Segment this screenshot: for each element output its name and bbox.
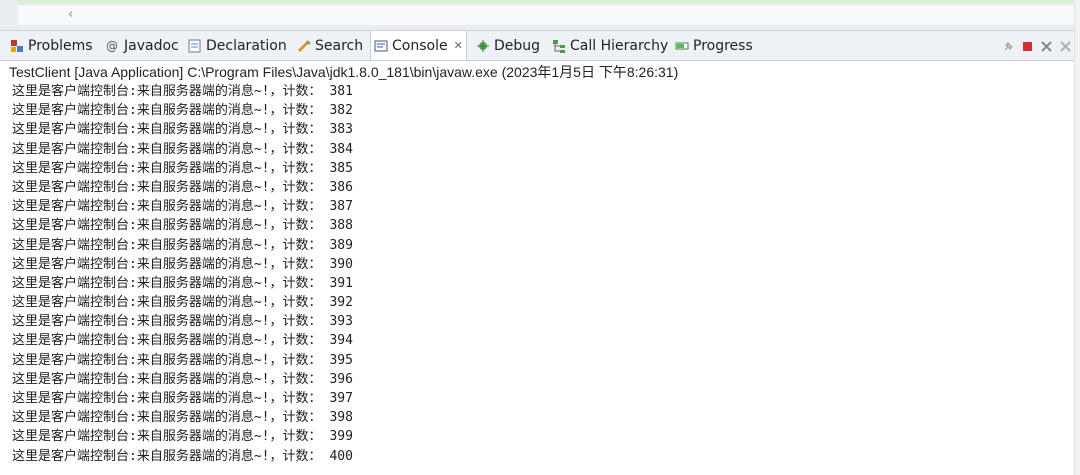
tab-label: Progress [693,37,753,54]
console-line: 这里是客户端控制台:来自服务器端的消息~!，计数： 381 [12,82,1072,101]
console-count: 397 [329,391,353,406]
console-message: 这里是客户端控制台:来自服务器端的消息~!，计数： [12,295,322,311]
console-line: 这里是客户端控制台:来自服务器端的消息~!，计数： 400 [12,447,1072,466]
console-line: 这里是客户端控制台:来自服务器端的消息~!，计数： 382 [12,101,1072,120]
console-message: 这里是客户端控制台:来自服务器端的消息~!，计数： [12,256,322,272]
console-message: 这里是客户端控制台:来自服务器端的消息~!，计数： [12,333,322,349]
console-line: 这里是客户端控制台:来自服务器端的消息~!，计数： 395 [12,351,1072,370]
console-count: 391 [329,275,353,291]
tab-progress[interactable]: Progress [675,31,753,60]
console-count: 399 [329,429,353,445]
console-count: 396 [329,371,353,387]
remove-launch-icon[interactable] [1040,38,1053,52]
console-line: 这里是客户端控制台:来自服务器端的消息~!，计数： 391 [12,274,1072,293]
console-message: 这里是客户端控制台:来自服务器端的消息~!，计数： [12,237,322,253]
console-message: 这里是客户端控制台:来自服务器端的消息~!，计数： [12,371,322,387]
console-message: 这里是客户端控制台:来自服务器端的消息~!，计数： [12,122,322,138]
console-count: 389 [329,237,353,253]
console-count: 383 [329,122,353,138]
tab-label: Problems [28,37,93,54]
console-launch-title: TestClient [Java Application] C:\Program… [9,64,679,80]
close-icon[interactable]: ✕ [454,39,463,52]
console-count: 393 [329,314,353,330]
vertical-scrollbar[interactable] [1074,0,1080,475]
console-message: 这里是客户端控制台:来自服务器端的消息~!，计数： [12,179,322,195]
editor-highlight-line [18,0,1080,3]
console-count: 385 [329,160,353,176]
console-message: 这里是客户端控制台:来自服务器端的消息~!，计数： [12,141,322,157]
console-count: 388 [329,218,353,234]
search-icon [297,39,311,53]
console-line: 这里是客户端控制台:来自服务器端的消息~!，计数： 397 [12,389,1072,408]
tab-console[interactable]: Console ✕ [370,31,467,60]
tab-label: Javadoc [124,37,179,54]
console-line: 这里是客户端控制台:来自服务器端的消息~!，计数： 398 [12,408,1072,427]
console-count: 398 [329,410,353,426]
console-line: 这里是客户端控制台:来自服务器端的消息~!，计数： 387 [12,197,1072,216]
console-message: 这里是客户端控制台:来自服务器端的消息~!，计数： [12,103,322,119]
tab-call-hierarchy[interactable]: Call Hierarchy [552,31,668,60]
console-message: 这里是客户端控制台:来自服务器端的消息~!，计数： [12,84,322,99]
debug-icon [476,39,490,53]
console-message: 这里是客户端控制台:来自服务器端的消息~!，计数： [12,448,322,464]
console-message: 这里是客户端控制台:来自服务器端的消息~!，计数： [12,160,322,176]
console-message: 这里是客户端控制台:来自服务器端的消息~!，计数： [12,410,322,426]
console-message: 这里是客户端控制台:来自服务器端的消息~!，计数： [12,391,322,406]
javadoc-icon: @ [106,38,118,53]
console-count: 386 [329,179,353,195]
console-message: 这里是客户端控制台:来自服务器端的消息~!，计数： [12,352,322,368]
console-count: 395 [329,352,353,368]
problems-icon [10,39,24,53]
console-line: 这里是客户端控制台:来自服务器端的消息~!，计数： 393 [12,312,1072,331]
console-count: 392 [329,295,353,311]
tab-search[interactable]: Search [297,31,363,60]
pin-icon[interactable] [1002,38,1015,51]
progress-icon [675,39,689,53]
console-line: 这里是客户端控制台:来自服务器端的消息~!，计数： 388 [12,216,1072,235]
console-line: 这里是客户端控制台:来自服务器端的消息~!，计数： 384 [12,140,1072,159]
console-message: 这里是客户端控制台:来自服务器端的消息~!，计数： [12,275,322,291]
tab-label: Declaration [206,37,287,54]
remove-all-icon[interactable] [1059,38,1072,52]
console-count: 387 [329,199,353,215]
console-message: 这里是客户端控制台:来自服务器端的消息~!，计数： [12,218,322,234]
editor-area: ‹ [0,0,1080,31]
tab-javadoc[interactable]: @ Javadoc [106,31,179,60]
console-line: 这里是客户端控制台:来自服务器端的消息~!，计数： 392 [12,293,1072,312]
console-count: 382 [329,103,353,119]
console-line: 这里是客户端控制台:来自服务器端的消息~!，计数： 390 [12,255,1072,274]
console-message: 这里是客户端控制台:来自服务器端的消息~!，计数： [12,314,322,330]
horizontal-scrollbar[interactable]: ‹ [18,4,1080,25]
tab-problems[interactable]: Problems [10,31,93,60]
console-line: 这里是客户端控制台:来自服务器端的消息~!，计数： 396 [12,370,1072,389]
console-output[interactable]: 这里是客户端控制台:来自服务器端的消息~!，计数： 381 这里是客户端控制台:来自… [12,82,1072,466]
tab-label: Debug [494,37,541,54]
console-line: 这里是客户端控制台:来自服务器端的消息~!，计数： 389 [12,236,1072,255]
call-hierarchy-icon [552,39,566,53]
console-line: 这里是客户端控制台:来自服务器端的消息~!，计数： 385 [12,159,1072,178]
terminate-icon[interactable] [1021,38,1034,51]
console-line: 这里是客户端控制台:来自服务器端的消息~!，计数： 394 [12,331,1072,350]
tab-declaration[interactable]: Declaration [188,31,287,60]
console-count: 390 [329,256,353,272]
tab-label: Call Hierarchy [570,37,669,54]
tab-label: Search [315,37,364,54]
console-line: 这里是客户端控制台:来自服务器端的消息~!，计数： 386 [12,178,1072,197]
declaration-icon [188,39,202,53]
console-count: 400 [329,448,353,464]
console-count: 381 [329,84,353,99]
view-toolbar [1002,38,1072,52]
view-tab-bar: Problems @ Javadoc Declaration Search Co… [0,31,1080,61]
console-line: 这里是客户端控制台:来自服务器端的消息~!，计数： 399 [12,427,1072,446]
console-message: 这里是客户端控制台:来自服务器端的消息~!，计数： [12,429,322,445]
tab-debug[interactable]: Debug [476,31,540,60]
tab-label: Console [392,37,448,54]
console-count: 384 [329,141,353,157]
scroll-left-icon[interactable]: ‹ [68,8,73,21]
console-icon [374,39,388,53]
console-line: 这里是客户端控制台:来自服务器端的消息~!，计数： 383 [12,120,1072,139]
console-count: 394 [329,333,353,349]
console-message: 这里是客户端控制台:来自服务器端的消息~!，计数： [12,199,322,215]
